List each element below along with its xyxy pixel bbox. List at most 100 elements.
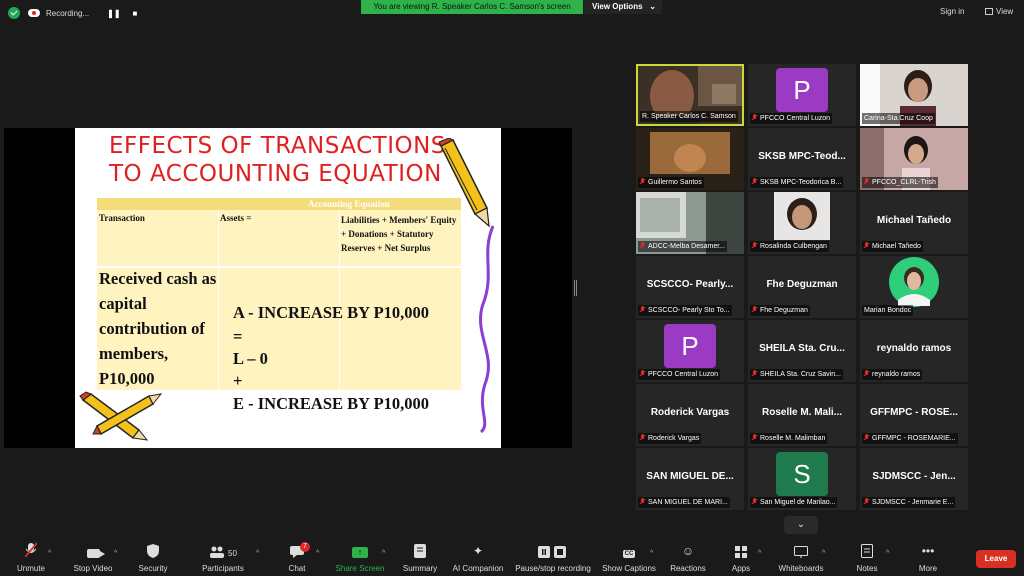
participant-tile[interactable]: Roselle M. Mali... Roselle M. Malimban — [748, 384, 856, 446]
participant-name-label: GFFMPC - ROSEMARIE... — [862, 433, 958, 444]
stop-recording-icon[interactable]: ■ — [133, 9, 138, 18]
share-options-chevron-icon[interactable]: ^ — [382, 550, 385, 557]
participant-name: PFCCO Central Luzon — [648, 371, 719, 378]
meeting-toolbar: Unmute ^ Stop Video ^ Security 50 Partic… — [0, 538, 1024, 576]
pause-recording-label: Pause/stop recording — [515, 564, 591, 573]
participants-count: 50 — [228, 549, 237, 558]
audio-options-chevron-icon[interactable]: ^ — [48, 550, 51, 557]
summary-icon — [398, 538, 442, 558]
apps-options-chevron-icon[interactable]: ^ — [758, 550, 761, 557]
participant-tile[interactable]: SAN MIGUEL DE... SAN MIGUEL DE MARI... — [636, 448, 744, 510]
cloud-recording-icon — [28, 9, 40, 17]
chat-options-chevron-icon[interactable]: ^ — [316, 550, 319, 557]
apps-icon — [726, 538, 756, 558]
participant-tile[interactable]: SKSB MPC-Teod... SKSB MPC-Teodorica B... — [748, 128, 856, 190]
participant-tile[interactable]: PFCCO_CLRL-Trish — [860, 128, 968, 190]
chat-button[interactable]: 7 Chat — [280, 538, 314, 576]
presentation-slide: EFFECTS OF TRANSACTIONS TO ACCOUNTING EQ… — [75, 128, 501, 448]
participants-button[interactable]: 50 Participants — [196, 538, 250, 576]
participant-name-label: SAN MIGUEL DE MARI... — [638, 497, 730, 508]
participant-display-name: SCSCCO- Pearly... — [646, 279, 734, 290]
participant-tile[interactable]: R. Speaker Carlos C. Samson — [636, 64, 744, 126]
whiteboards-label: Whiteboards — [778, 564, 824, 573]
pause-recording-icon[interactable]: ❚❚ — [107, 9, 120, 18]
gallery-scroll-down-button[interactable]: ⌄ — [784, 516, 818, 534]
participant-tile[interactable]: Michael Tañedo Michael Tañedo — [860, 192, 968, 254]
participant-name-label: Roselle M. Malimban — [750, 433, 828, 444]
muted-mic-icon — [864, 434, 869, 441]
muted-mic-icon — [640, 370, 645, 377]
unmute-button[interactable]: Unmute — [10, 538, 52, 576]
participant-avatar: P — [776, 68, 828, 112]
participant-tile[interactable]: SCSCCO- Pearly... SCSCCO- Pearly Sto To.… — [636, 256, 744, 318]
sign-in-link[interactable]: Sign in — [940, 7, 964, 16]
share-screen-button[interactable]: ↑ Share Screen — [334, 538, 386, 576]
shared-screen-area: EFFECTS OF TRANSACTIONS TO ACCOUNTING EQ… — [4, 128, 572, 448]
notes-label: Notes — [856, 564, 878, 573]
show-captions-button[interactable]: CC Show Captions — [600, 538, 658, 576]
apps-button[interactable]: Apps — [726, 538, 756, 576]
captions-options-chevron-icon[interactable]: ^ — [650, 550, 653, 557]
participant-tile[interactable]: P PFCCO Central Luzon — [748, 64, 856, 126]
chat-unread-badge: 7 — [300, 542, 310, 552]
participant-display-name: Roselle M. Mali... — [761, 407, 843, 418]
participant-tile[interactable]: P PFCCO Central Luzon — [636, 320, 744, 382]
muted-mic-icon — [640, 498, 645, 505]
resize-handle[interactable] — [574, 280, 577, 296]
chat-label: Chat — [288, 564, 306, 573]
muted-mic-icon — [752, 498, 757, 505]
reactions-button[interactable]: ☺ Reactions — [668, 538, 708, 576]
participant-name-label: PFCCO Central Luzon — [750, 113, 833, 124]
equation-equity: E - INCREASE BY P10,000 — [233, 394, 430, 413]
apps-label: Apps — [731, 564, 751, 573]
pause-stop-icon — [512, 538, 594, 558]
notes-icon — [852, 538, 882, 558]
participant-tile[interactable]: SJDMSCC - Jen... SJDMSCC - Jenmarie E... — [860, 448, 968, 510]
participant-name: reynaldo ramos — [872, 371, 921, 378]
chevron-down-icon: ⌄ — [796, 519, 806, 530]
security-button[interactable]: Security — [132, 538, 174, 576]
participant-tile[interactable]: Marian Bondoc — [860, 256, 968, 318]
muted-mic-icon — [864, 242, 869, 249]
participant-tile[interactable]: ADCC-Melba Desamer... — [636, 192, 744, 254]
transaction-description: Received cash as capital contribution of… — [99, 269, 217, 388]
participant-tile[interactable]: Roderick Vargas Roderick Vargas — [636, 384, 744, 446]
participants-options-chevron-icon[interactable]: ^ — [256, 550, 259, 557]
leave-button[interactable]: Leave — [976, 550, 1016, 568]
participants-icon — [210, 546, 225, 558]
participant-display-name: SKSB MPC-Teod... — [758, 151, 846, 162]
pause-stop-recording-button[interactable]: Pause/stop recording — [512, 538, 594, 576]
participant-name: GFFMPC - ROSEMARIE... — [872, 435, 956, 442]
stop-video-button[interactable]: Stop Video — [68, 538, 118, 576]
participant-tile[interactable]: GFFMPC - ROSE... GFFMPC - ROSEMARIE... — [860, 384, 968, 446]
participant-name: Fhe Deguzman — [760, 307, 808, 314]
participant-tile[interactable]: Guillermo Santos — [636, 128, 744, 190]
shield-icon — [132, 538, 174, 558]
muted-mic-icon — [752, 306, 757, 313]
participant-name-label: SHEILA Sta. Cruz Savin... — [750, 369, 843, 380]
whiteboards-options-chevron-icon[interactable]: ^ — [822, 550, 825, 557]
summary-button[interactable]: Summary — [398, 538, 442, 576]
ai-companion-button[interactable]: ✦ AI Companion — [450, 538, 506, 576]
col-liabilities: Liabilities + Members' Equity + Donation… — [341, 215, 457, 253]
participant-tile[interactable]: Fhe Deguzman Fhe Deguzman — [748, 256, 856, 318]
view-options-button[interactable]: View Options ⌄ — [584, 0, 662, 14]
notes-button[interactable]: Notes — [852, 538, 882, 576]
summary-label: Summary — [402, 564, 438, 573]
participant-tile[interactable]: Rosalinda Culbengan — [748, 192, 856, 254]
participant-tile[interactable]: Carina-Sta.Cruz Coop — [860, 64, 968, 126]
video-options-chevron-icon[interactable]: ^ — [114, 550, 117, 557]
participant-tile[interactable]: reynaldo ramos reynaldo ramos — [860, 320, 968, 382]
equation-assets: A - INCREASE BY P10,000 — [233, 303, 430, 322]
more-button[interactable]: ••• More — [910, 538, 946, 576]
participant-tile[interactable]: SHEILA Sta. Cru... SHEILA Sta. Cruz Savi… — [748, 320, 856, 382]
share-screen-icon: ↑ — [352, 547, 368, 558]
notes-options-chevron-icon[interactable]: ^ — [886, 550, 889, 557]
view-button[interactable]: View — [985, 7, 1013, 16]
security-shield-icon[interactable] — [8, 7, 20, 19]
participants-label: Participants — [202, 564, 244, 573]
sparkle-icon: ✦ — [472, 544, 484, 558]
participant-name-label: Carina-Sta.Cruz Coop — [862, 113, 935, 124]
whiteboards-button[interactable]: Whiteboards — [776, 538, 826, 576]
participant-tile[interactable]: S San Miguel de Marilao... — [748, 448, 856, 510]
